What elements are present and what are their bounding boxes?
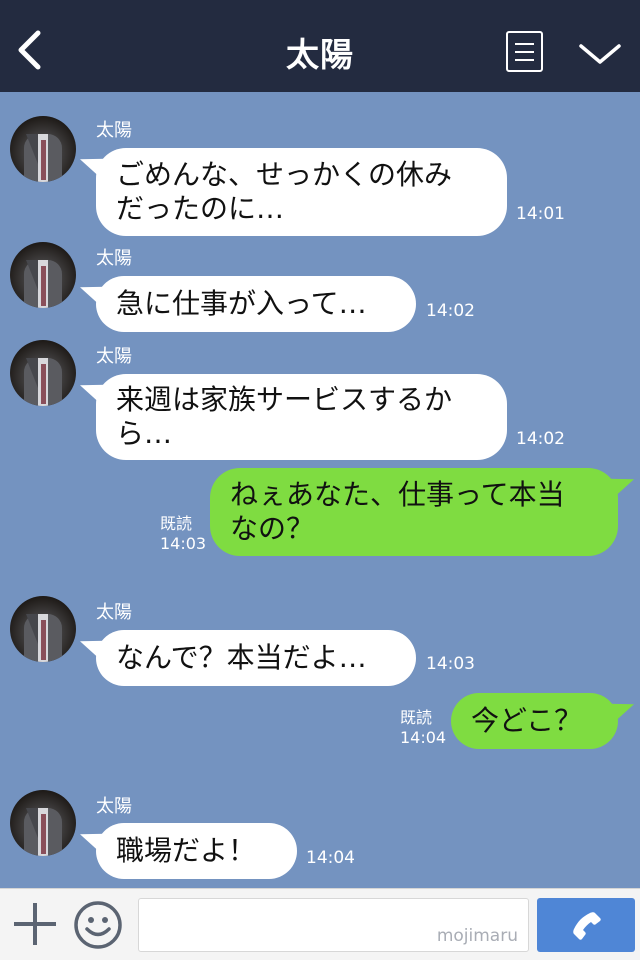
message-input[interactable]: mojimaru: [138, 898, 529, 952]
read-label: 既読: [400, 708, 433, 727]
message-time: 14:03: [426, 654, 475, 674]
message-time: 14:02: [516, 429, 565, 449]
smiley-icon[interactable]: [73, 900, 123, 950]
sender-name: 太陽: [96, 796, 132, 817]
sender-name: 太陽: [96, 120, 132, 141]
chevron-down-icon[interactable]: [578, 38, 622, 68]
message-text: 今どこ？: [471, 704, 583, 737]
menu-icon[interactable]: [506, 31, 543, 72]
message-text: なの？: [230, 512, 315, 545]
message-text: ごめんな、せっかくの休み: [116, 158, 453, 191]
sender-name: 太陽: [96, 602, 132, 623]
message-text: ら…: [116, 417, 173, 450]
message-time: 14:03: [160, 534, 207, 553]
message-text: なんで？本当だよ…: [116, 641, 367, 674]
message-time: 14:01: [516, 204, 565, 224]
read-label: 既読: [160, 514, 193, 533]
read-receipt: 既読 14:03: [160, 514, 206, 554]
sender-name: 太陽: [96, 248, 132, 269]
message-text: 来週は家族サービスするか: [116, 383, 453, 416]
avatar[interactable]: [10, 242, 76, 308]
chat-title: 太陽: [286, 35, 354, 74]
read-receipt: 既読 14:04: [400, 708, 446, 748]
message-time: 14:04: [306, 848, 355, 868]
outgoing-message-bubble[interactable]: ねぇあなた、仕事って本当 なの？: [210, 468, 618, 556]
message-text: 職場だよ！: [116, 834, 257, 867]
incoming-message-bubble[interactable]: なんで？本当だよ…: [96, 630, 416, 686]
sender-name: 太陽: [96, 346, 132, 367]
incoming-message-bubble[interactable]: 急に仕事が入って…: [96, 276, 416, 332]
avatar[interactable]: [10, 790, 76, 856]
message-time: 14:04: [400, 728, 447, 747]
send-button[interactable]: [537, 898, 635, 952]
phone-icon: [573, 912, 601, 940]
incoming-message-bubble[interactable]: 職場だよ！: [96, 823, 297, 879]
chat-header: 太陽: [0, 0, 640, 92]
message-input-bar: mojimaru: [0, 888, 640, 960]
avatar[interactable]: [10, 116, 76, 182]
message-text: だったのに…: [116, 192, 285, 225]
chat-area[interactable]: 太陽 ごめんな、せっかくの休み だったのに… 14:01 太陽 急に仕事が入って…: [0, 92, 640, 888]
avatar[interactable]: [10, 340, 76, 406]
outgoing-message-bubble[interactable]: 今どこ？: [451, 693, 618, 749]
incoming-message-bubble[interactable]: 来週は家族サービスするか ら…: [96, 374, 507, 460]
incoming-message-bubble[interactable]: ごめんな、せっかくの休み だったのに…: [96, 148, 507, 236]
avatar[interactable]: [10, 596, 76, 662]
message-time: 14:02: [426, 301, 475, 321]
message-text: 急に仕事が入って…: [116, 287, 367, 320]
plus-icon[interactable]: [14, 903, 56, 945]
watermark-text: mojimaru: [436, 926, 518, 946]
message-text: ねぇあなた、仕事って本当: [230, 478, 565, 511]
